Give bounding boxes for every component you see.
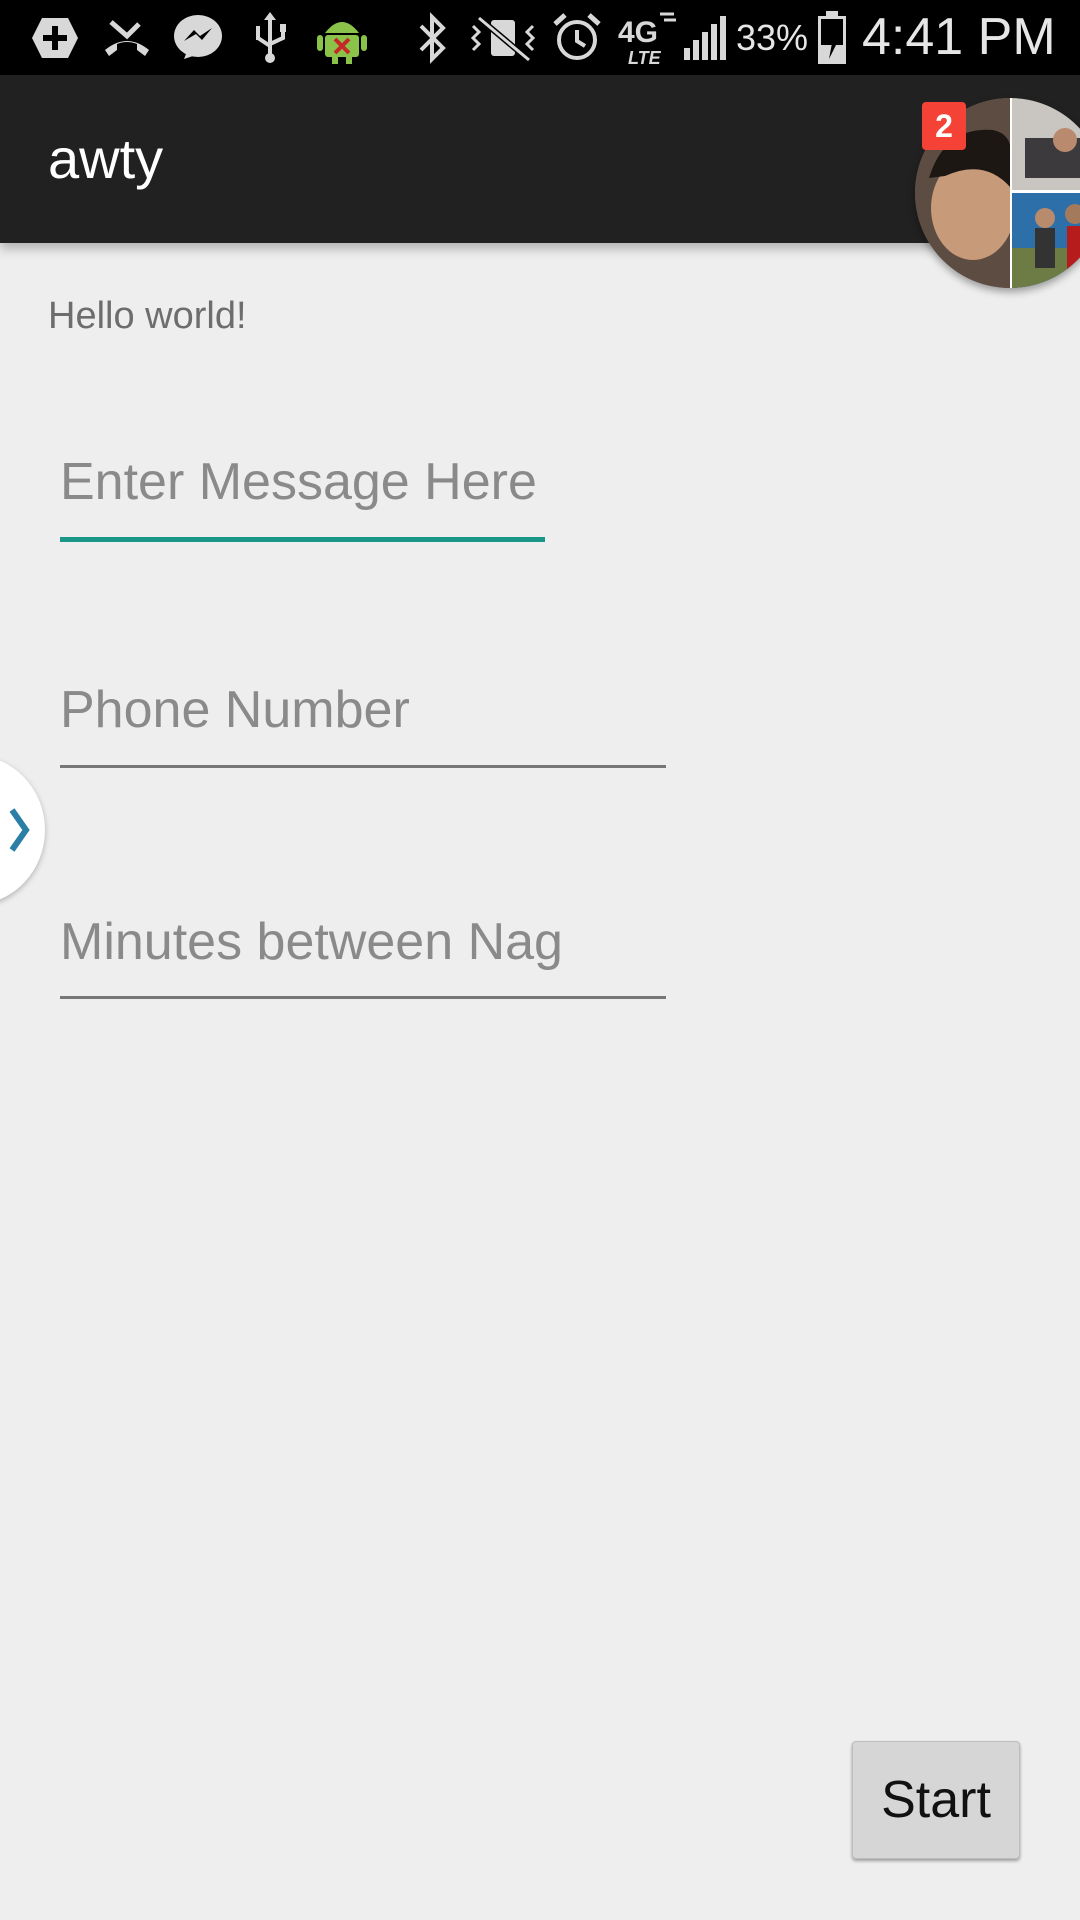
notification-badge: 2 [922, 102, 966, 150]
svg-text:LTE: LTE [628, 48, 662, 66]
plus-box-icon [28, 10, 82, 66]
hello-text: Hello world! [48, 295, 247, 337]
minutes-between-nag-input[interactable] [60, 902, 665, 982]
screen: 4G LTE 33% 4:41 PM awty 2 Hello world! E… [0, 0, 1080, 1920]
status-bar: 4G LTE 33% 4:41 PM [0, 0, 1080, 75]
battery-charging-icon [814, 10, 850, 66]
svg-text:4G: 4G [618, 16, 658, 49]
battery-percent: 33% [736, 17, 809, 58]
alarm-icon [550, 10, 604, 66]
clock-time: 4:41 PM [862, 8, 1056, 66]
signal-icon [680, 10, 730, 66]
missed-call-icon [100, 10, 154, 66]
network-4g-lte-icon: 4G LTE [614, 10, 682, 66]
messenger-icon [170, 10, 226, 66]
phone-number-underline [60, 765, 666, 768]
usb-icon [248, 10, 292, 66]
app-title: awty [48, 127, 164, 190]
phone-number-input[interactable] [60, 670, 665, 750]
minutes-between-nag-underline [60, 996, 666, 999]
android-debug-icon [314, 10, 370, 66]
bluetooth-icon [410, 10, 454, 66]
vibrate-icon [468, 10, 538, 66]
message-input[interactable] [60, 442, 544, 522]
message-input-underline [60, 537, 545, 542]
start-button[interactable]: Start [852, 1741, 1020, 1859]
chevron-right-icon[interactable] [6, 800, 34, 860]
